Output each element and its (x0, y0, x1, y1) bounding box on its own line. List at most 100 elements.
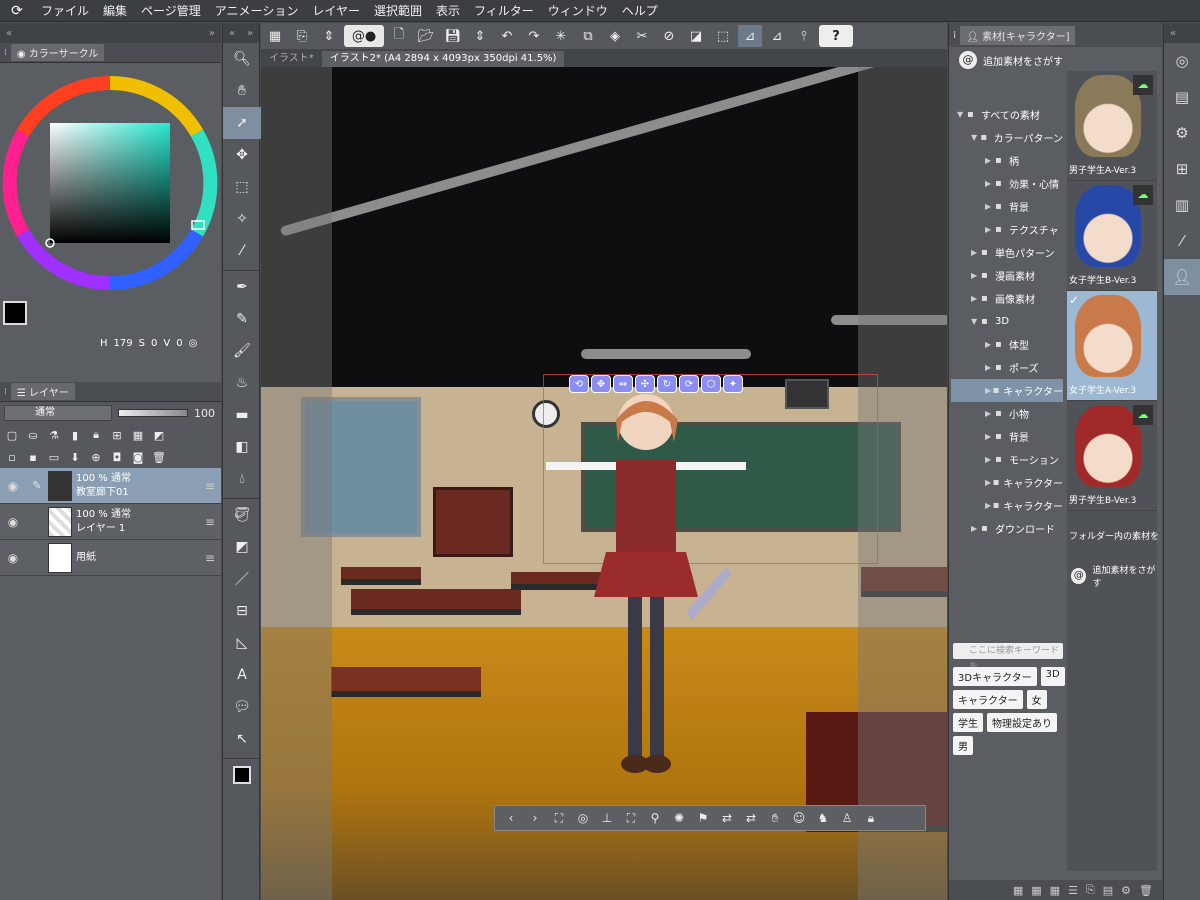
collapse-right-icon[interactable]: » (209, 28, 215, 39)
person-icon[interactable]: ♙ (837, 808, 857, 828)
trash-icon[interactable]: 🗑︎ (151, 449, 167, 465)
medium-thumb-icon[interactable]: ▦ (1031, 884, 1041, 897)
tree-node[interactable]: ▶ ▪ 背景 (951, 425, 1063, 448)
menu-view[interactable]: 表示 (429, 0, 467, 22)
menu-page[interactable]: ページ管理 (134, 0, 208, 22)
tree-node[interactable]: ▶ ▪ 漫画素材 (951, 264, 1063, 287)
blend-mode-select[interactable]: 通常 (4, 405, 112, 421)
color-circle-tab[interactable]: ◉ カラーサークル (10, 44, 105, 61)
hand-pose-icon[interactable]: ✋︎ (765, 808, 785, 828)
fill-selection-icon[interactable]: ◈ (603, 25, 627, 47)
new-file-icon[interactable]: 🗋︎ (387, 25, 411, 47)
text-tool-icon[interactable]: A (223, 659, 261, 691)
tree-node[interactable]: ▶ ▪ 背景 (951, 195, 1063, 218)
expand-arrow-icon[interactable]: ▶ (985, 501, 993, 510)
expand-arrow-icon[interactable]: ▼ (971, 133, 980, 142)
expand-arrow-icon[interactable]: ▶ (985, 156, 995, 165)
tag-chip[interactable]: 女 (1026, 690, 1047, 709)
rotate-icon[interactable]: ✺ (669, 808, 689, 828)
tree-node[interactable]: ▶ ▪ 小物 (951, 402, 1063, 425)
menu-selection[interactable]: 選択範囲 (367, 0, 429, 22)
panel-toggle-icon[interactable]: ▦ (263, 25, 287, 47)
menu-animation[interactable]: アニメーション (208, 0, 306, 22)
transfer-down-icon[interactable]: ⬇ (67, 449, 83, 465)
pose-icon[interactable]: ⚲ (645, 808, 665, 828)
figure-tool-icon[interactable]: ／ (223, 563, 261, 595)
camera-angle-icon[interactable]: ◎ (573, 808, 593, 828)
animal-icon[interactable]: ♞ (813, 808, 833, 828)
property-icon[interactable]: ▤ (1103, 884, 1113, 897)
layer-row-paper[interactable]: ◉ 用紙 ≡ (0, 540, 221, 576)
clear-icon[interactable]: ⊘ (657, 25, 681, 47)
reference-icon[interactable]: ⛀ (25, 427, 41, 443)
tag-chip[interactable]: 3D (1040, 667, 1065, 686)
navigator-icon[interactable]: ◎ (1164, 43, 1200, 79)
expand-arrow-icon[interactable]: ▶ (985, 340, 995, 349)
expand-arrow-icon[interactable]: ▶ (985, 202, 995, 211)
color-swatch-mini[interactable] (223, 759, 261, 791)
tool-strip-collapse[interactable]: «» (223, 23, 259, 43)
menu-file[interactable]: ファイル (34, 0, 96, 22)
menu-window[interactable]: ウィンドウ (541, 0, 615, 22)
tree-node[interactable]: ▶ ▪ キャラクター (951, 494, 1063, 517)
eyedropper-tool-icon[interactable]: ⁄ (223, 235, 261, 267)
operation-tool-icon[interactable]: ➚ (223, 107, 261, 139)
save-icon[interactable]: 💾︎ (441, 25, 465, 47)
expand-arrow-icon[interactable]: ▶ (971, 294, 981, 303)
left-panel-collapse-bar[interactable]: «» (0, 23, 221, 43)
list-view-icon[interactable]: ☰ (1068, 884, 1078, 897)
open-icon[interactable]: 📂︎ (414, 25, 438, 47)
collapse-icon[interactable]: « (229, 28, 235, 39)
new-folder-icon[interactable]: ▭ (46, 449, 62, 465)
color-mode-icon[interactable]: ◎ (189, 338, 198, 349)
tag-chip[interactable]: 3Dキャラクター (953, 667, 1037, 686)
move-plane-icon[interactable]: ✣ (635, 375, 655, 393)
expand-arrow-icon[interactable]: ▶ (971, 248, 981, 257)
snap-grid-icon[interactable]: ⫯ (792, 25, 816, 47)
lock-alpha-icon[interactable]: ⊞ (109, 427, 125, 443)
next-icon[interactable]: › (525, 808, 545, 828)
new-raster-layer-icon[interactable]: ▫ (4, 449, 20, 465)
item-bank-icon[interactable]: ⚙︎ (1164, 115, 1200, 151)
scroll-icon[interactable]: ⇕ (468, 25, 492, 47)
tree-node[interactable]: ▶ ▪ 単色パターン (951, 241, 1063, 264)
ground-icon[interactable]: ⊥ (597, 808, 617, 828)
layer-menu-icon[interactable]: ≡ (205, 479, 215, 493)
move-3d-icon[interactable]: ⬡ (701, 375, 721, 393)
page-up-down-icon[interactable]: ⇕ (317, 25, 341, 47)
expand-arrow-icon[interactable]: ▼ (957, 110, 967, 119)
merge-icon[interactable]: ⊕ (88, 449, 104, 465)
expand-arrow-icon[interactable]: ▶ (985, 386, 993, 395)
brush-tool-icon[interactable]: 🖌︎ (223, 335, 261, 367)
move-layer-tool-icon[interactable]: ✥ (223, 139, 261, 171)
tool-property-icon[interactable]: ⁄ (1164, 223, 1200, 259)
snap-special-ruler-icon[interactable]: ⊿ (765, 25, 789, 47)
pen-tool-icon[interactable]: ✒︎ (223, 271, 261, 303)
lock-icon[interactable]: 🔒︎ (88, 427, 104, 443)
clip-icon[interactable]: ▢ (4, 427, 20, 443)
expand-arrow-icon[interactable]: ▶ (971, 524, 981, 533)
fit-icon[interactable]: ⛶ (621, 808, 641, 828)
flag-icon[interactable]: ⚑ (693, 808, 713, 828)
camera-pan-icon[interactable]: ✥ (591, 375, 611, 393)
tree-node[interactable]: ▶ ▪ テクスチャ (951, 218, 1063, 241)
mask-apply-icon[interactable]: ◙ (130, 449, 146, 465)
lock-joint-icon[interactable]: ⇄ (717, 808, 737, 828)
layer-tab[interactable]: ☰ レイヤー (10, 383, 75, 400)
layer-menu-icon[interactable]: ≡ (205, 515, 215, 529)
search-more-link-2[interactable]: @ 追加素材をさがす (1071, 563, 1162, 589)
collapse-left-icon[interactable]: « (6, 28, 12, 39)
tag-chip[interactable]: 物理設定あり (987, 713, 1057, 732)
eye-icon[interactable]: ◉ (0, 551, 26, 565)
tree-node[interactable]: ▶ ▪ 画像素材 (951, 287, 1063, 310)
expand-icon[interactable]: » (247, 28, 253, 39)
tree-node[interactable]: ▶ ▪ 効果・心情 (951, 172, 1063, 195)
new-vector-layer-icon[interactable]: ▪ (25, 449, 41, 465)
download-icon[interactable]: ☁ (1133, 75, 1153, 95)
download-icon[interactable]: ☁ (1133, 185, 1153, 205)
tab-illust2[interactable]: イラスト2* (A4 2894 x 4093px 350dpi 41.5%) (321, 51, 565, 67)
blend-tool-icon[interactable]: 💧︎ (223, 463, 261, 495)
expand-arrow-icon[interactable]: ▶ (985, 432, 995, 441)
tree-node[interactable]: ▶ ▪ 柄 (951, 149, 1063, 172)
clear-outside-icon[interactable]: ◪ (684, 25, 708, 47)
